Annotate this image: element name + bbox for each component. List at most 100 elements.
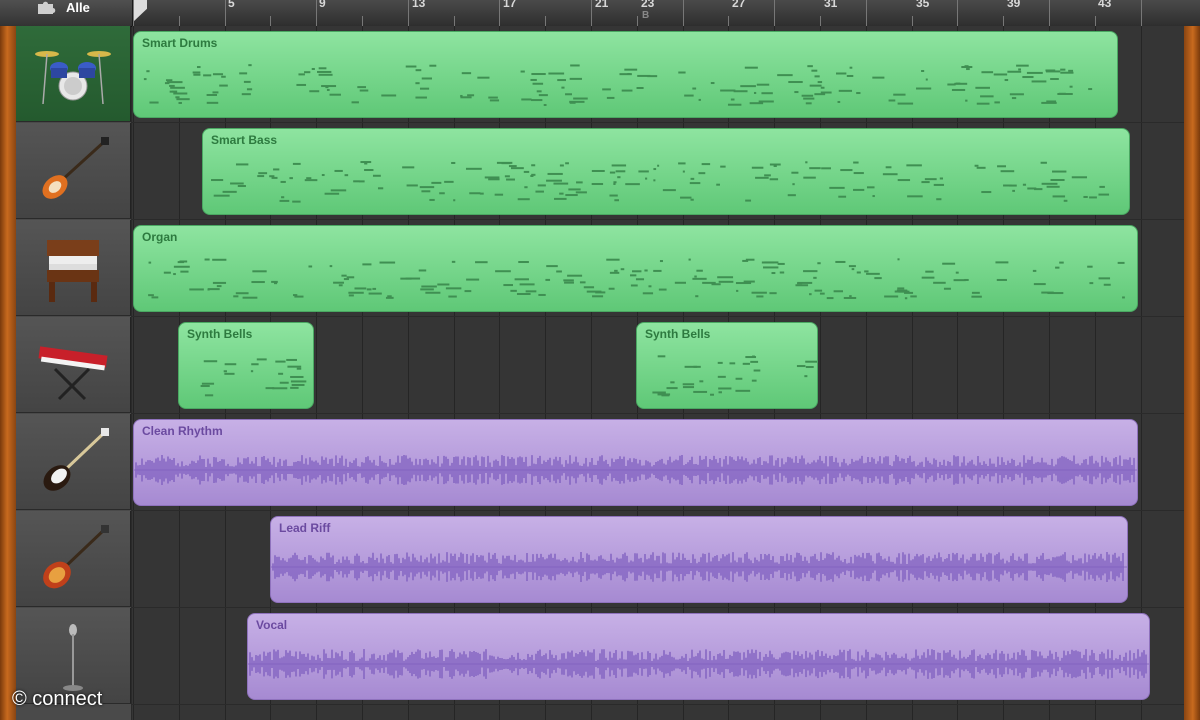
midi-note <box>921 276 935 279</box>
midi-note <box>206 101 219 104</box>
midi-note <box>461 72 472 75</box>
midi-note <box>467 94 475 97</box>
midi-note <box>286 358 297 361</box>
midi-note <box>910 295 917 298</box>
track-header-synth[interactable] <box>16 317 131 413</box>
midi-note <box>745 199 752 202</box>
midi-note <box>809 167 821 170</box>
bar-number: 43 <box>1098 0 1112 10</box>
midi-note <box>653 168 657 171</box>
midi-note <box>318 73 333 76</box>
midi-note <box>807 65 813 68</box>
midi-note <box>206 93 218 96</box>
midi-note <box>1117 261 1125 264</box>
timeline-ruler[interactable]: Alle 1 5 9 13 17 21 23 27 31 35 39 43 B <box>0 0 1200 27</box>
midi-note <box>843 296 857 299</box>
section-marker[interactable]: B <box>642 10 649 21</box>
ruler-tick <box>1003 16 1005 26</box>
midi-note <box>281 196 285 199</box>
midi-note <box>1088 88 1093 91</box>
midi-note <box>203 360 218 363</box>
filter-button[interactable]: Alle <box>36 0 90 15</box>
midi-note <box>235 163 249 166</box>
midi-note <box>180 270 189 273</box>
midi-note <box>965 99 968 102</box>
midi-note <box>662 189 676 192</box>
midi-note <box>494 193 504 196</box>
midi-note <box>742 362 750 365</box>
midi-note <box>820 91 832 94</box>
track-header-drums[interactable] <box>16 26 131 122</box>
midi-note <box>488 178 500 181</box>
region-synth-bells-2[interactable]: Synth Bells <box>636 322 818 409</box>
midi-note <box>777 262 785 265</box>
track-header-bass[interactable] <box>16 123 131 219</box>
region-vocal[interactable]: Vocal <box>247 613 1150 700</box>
midi-note <box>1122 296 1125 299</box>
midi-note <box>994 101 1000 104</box>
playhead[interactable] <box>133 0 147 22</box>
midi-note <box>652 391 666 394</box>
midi-notes <box>148 258 1125 300</box>
midi-note <box>1059 261 1064 264</box>
midi-note <box>273 168 280 171</box>
track-header-lead-guitar[interactable] <box>16 511 131 607</box>
midi-note <box>614 199 620 202</box>
midi-note <box>163 271 171 274</box>
midi-note <box>330 189 347 192</box>
track-header-organ[interactable] <box>16 220 131 316</box>
region-smart-drums[interactable]: Smart Drums <box>133 31 1118 118</box>
midi-note <box>744 66 758 69</box>
bar-number: 17 <box>503 0 517 10</box>
region-synth-bells-1[interactable]: Synth Bells <box>178 322 314 409</box>
midi-note <box>717 276 734 279</box>
tracks-area[interactable]: Smart Drums Smart Bass Organ Synth Bells… <box>132 26 1184 720</box>
midi-note <box>720 165 726 168</box>
midi-note <box>609 194 618 197</box>
midi-note <box>864 270 869 273</box>
midi-note <box>974 164 979 167</box>
watermark: © connect <box>12 688 103 710</box>
track-header-clean-guitar[interactable] <box>16 414 131 510</box>
midi-note <box>1041 182 1058 185</box>
ruler-tick <box>499 0 501 26</box>
midi-note <box>495 270 511 273</box>
midi-note <box>360 161 372 164</box>
midi-notes <box>143 64 1093 106</box>
ruler-tick <box>407 0 409 26</box>
midi-note <box>1047 292 1064 295</box>
midi-note <box>143 78 147 81</box>
midi-note <box>755 176 769 179</box>
midi-note <box>779 271 785 274</box>
midi-note <box>804 375 808 378</box>
midi-note <box>1004 79 1009 82</box>
midi-note <box>751 291 767 294</box>
midi-note <box>169 84 175 87</box>
midi-note <box>292 162 301 165</box>
midi-note <box>1046 185 1060 188</box>
audio-waveform <box>248 649 1149 679</box>
midi-note <box>308 265 313 268</box>
region-label: Vocal <box>256 618 288 632</box>
midi-note <box>840 169 853 172</box>
midi-note <box>1045 70 1061 73</box>
region-clean-rhythm[interactable]: Clean Rhythm <box>133 419 1138 506</box>
midi-note <box>630 284 638 287</box>
region-lead-riff[interactable]: Lead Riff <box>270 516 1128 603</box>
midi-note <box>306 177 312 180</box>
midi-note <box>221 75 226 78</box>
midi-note <box>565 194 578 197</box>
midi-note <box>216 285 222 288</box>
midi-note <box>510 167 524 170</box>
midi-note <box>819 292 825 295</box>
midi-note <box>177 261 185 264</box>
midi-note <box>696 269 703 272</box>
midi-note <box>419 186 435 189</box>
midi-note <box>838 89 853 92</box>
midi-note <box>993 73 1008 76</box>
midi-note <box>296 367 302 370</box>
grid-hline <box>132 704 1184 705</box>
midi-note <box>613 182 616 185</box>
region-organ[interactable]: Organ <box>133 225 1138 312</box>
region-smart-bass[interactable]: Smart Bass <box>202 128 1130 215</box>
